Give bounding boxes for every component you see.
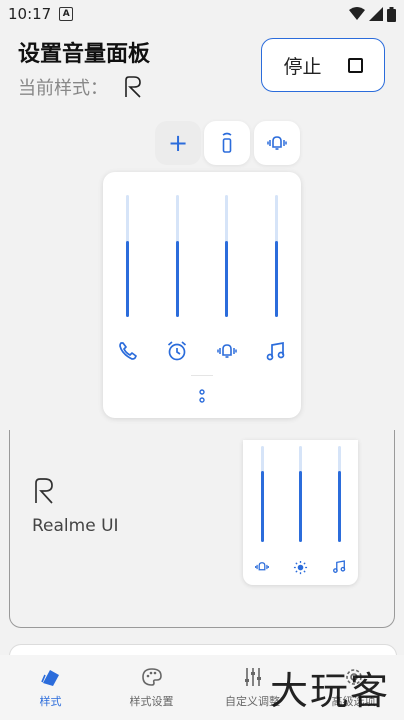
nav-item-style[interactable]: 样式 xyxy=(0,655,101,720)
slider-media-fill xyxy=(275,241,278,317)
stop-button[interactable]: 停止 xyxy=(261,38,385,92)
plus-icon: + xyxy=(167,129,189,157)
music-note-icon xyxy=(333,560,346,573)
slider-call-fill xyxy=(126,241,129,317)
current-style-row: 当前样式： xyxy=(18,74,142,100)
music-note-icon[interactable] xyxy=(265,340,287,362)
realme-logo-icon xyxy=(35,478,53,504)
mini-slider-fill xyxy=(299,470,302,542)
vibrate-icon[interactable] xyxy=(216,340,238,362)
status-bar: 10:17 A xyxy=(0,0,404,28)
volume-panel xyxy=(103,172,301,418)
watermark: 大玩客 xyxy=(270,669,391,713)
battery-icon xyxy=(387,6,396,22)
signal-icon xyxy=(369,7,383,21)
style-icon xyxy=(40,670,59,686)
stop-icon xyxy=(347,57,363,73)
remote-icon xyxy=(222,132,232,153)
vibrate-icon xyxy=(255,562,269,571)
current-style-label: 当前样式： xyxy=(18,78,108,99)
add-button[interactable]: + xyxy=(155,121,201,165)
vibrate-mode-button[interactable] xyxy=(254,121,300,165)
style-card-label: Realme UI xyxy=(32,516,119,536)
sliders-icon xyxy=(244,668,261,686)
slider-ring-fill xyxy=(225,241,228,317)
mini-slider-fill xyxy=(338,470,341,542)
mini-slider-ring xyxy=(261,446,264,542)
page-title: 设置音量面板 xyxy=(18,42,151,67)
slider-alarm[interactable] xyxy=(176,195,179,317)
cast-button[interactable] xyxy=(204,121,250,165)
slider-media[interactable] xyxy=(275,195,278,317)
mini-slider-media xyxy=(338,446,341,542)
slider-call[interactable] xyxy=(126,195,129,317)
mini-slider-fill xyxy=(261,470,264,542)
palette-icon xyxy=(141,668,162,686)
alarm-icon[interactable] xyxy=(166,340,188,362)
phone-icon[interactable] xyxy=(117,340,139,362)
style-preview-panel xyxy=(243,440,358,585)
slider-alarm-fill xyxy=(176,241,179,317)
brightness-icon xyxy=(293,560,308,575)
nav-label: 样式 xyxy=(39,695,62,708)
panel-divider xyxy=(191,375,213,376)
slider-ring[interactable] xyxy=(225,195,228,317)
more-options-icon[interactable] xyxy=(197,387,207,405)
vibrate-icon xyxy=(267,136,287,150)
notification-icon: A xyxy=(59,7,74,21)
nav-item-style-settings[interactable]: 样式设置 xyxy=(101,655,202,720)
mini-slider-brightness xyxy=(299,446,302,542)
nav-label: 样式设置 xyxy=(129,695,174,708)
realme-logo-icon xyxy=(125,76,141,98)
wifi-icon xyxy=(349,7,365,20)
status-time: 10:17 xyxy=(8,5,52,23)
stop-label: 停止 xyxy=(283,56,322,78)
